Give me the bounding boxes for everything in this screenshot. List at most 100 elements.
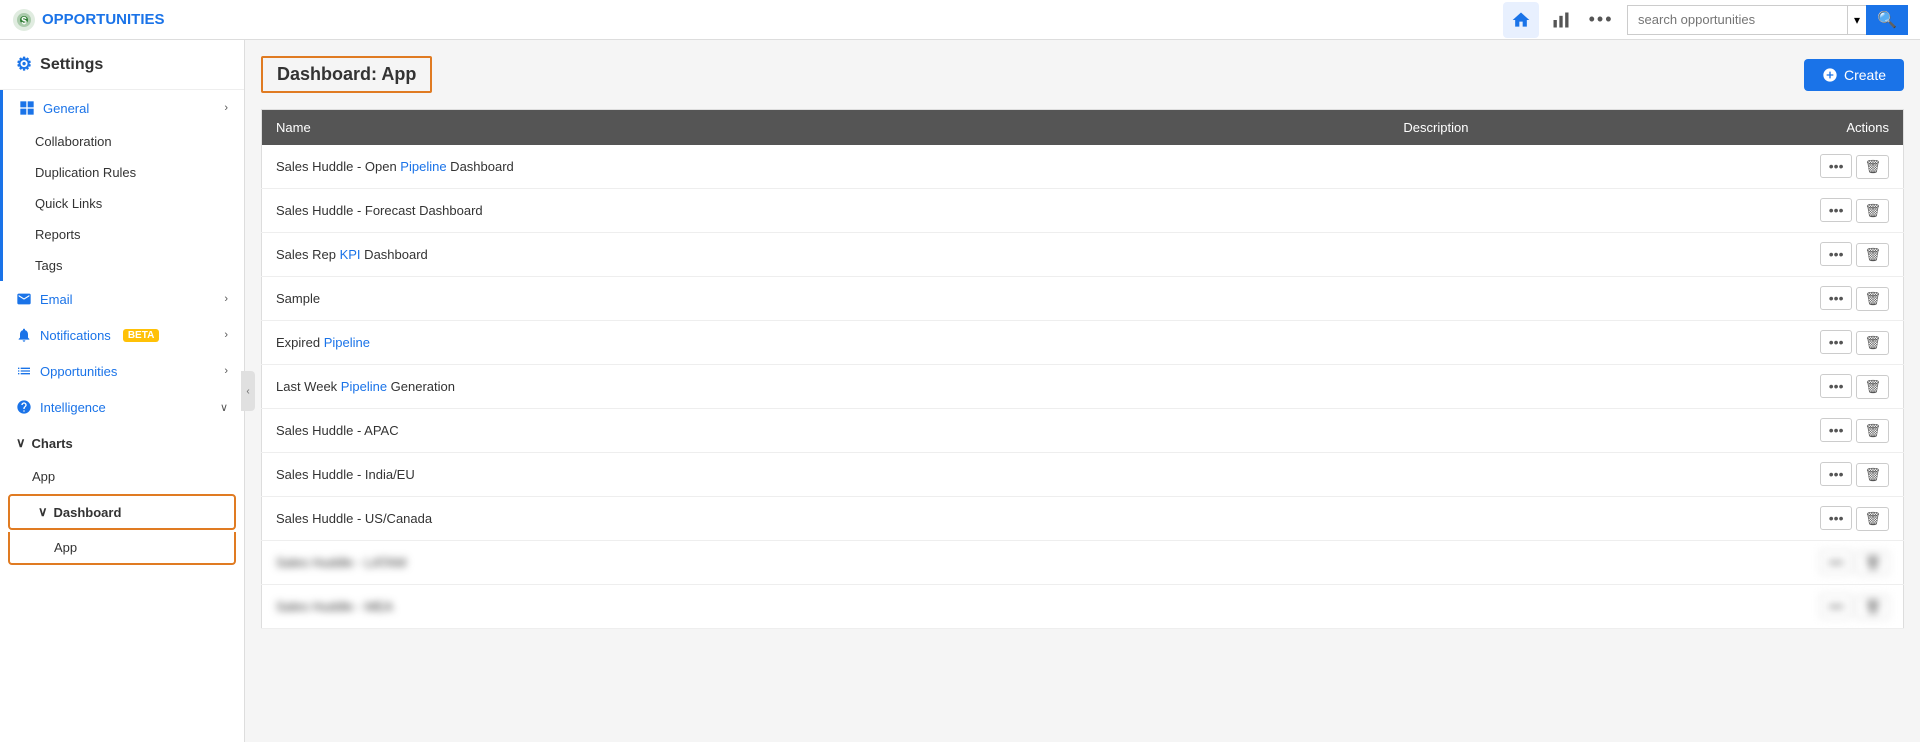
settings-gear-icon: ⚙ xyxy=(16,54,32,75)
table-row: Sales Huddle - India/EU •••🗑 xyxy=(262,453,1904,497)
table-row: Last Week Pipeline Generation •••🗑 xyxy=(262,365,1904,409)
opportunities-chevron-icon: › xyxy=(224,365,228,377)
row-actions: •••🗑 xyxy=(1784,497,1904,541)
col-actions: Actions xyxy=(1784,110,1904,146)
email-chevron-icon: › xyxy=(224,293,228,305)
action-trash-button[interactable]: 🗑 xyxy=(1856,595,1889,619)
create-button[interactable]: Create xyxy=(1804,59,1904,91)
app-logo: $ OPPORTUNITIES xyxy=(12,8,165,32)
action-trash-button[interactable]: 🗑 xyxy=(1856,375,1889,399)
action-dots-button[interactable]: ••• xyxy=(1820,198,1853,222)
general-icon xyxy=(19,100,35,116)
notifications-nav-item[interactable]: Notifications BETA › xyxy=(0,317,244,353)
general-nav-item[interactable]: General › xyxy=(3,90,244,126)
charts-group-header[interactable]: ∨ Charts xyxy=(0,425,244,461)
logo-icon: $ xyxy=(12,8,36,32)
row-name: Last Week Pipeline Generation xyxy=(262,365,1390,409)
action-dots-button[interactable]: ••• xyxy=(1820,242,1853,266)
action-trash-button[interactable]: 🗑 xyxy=(1856,287,1889,311)
beta-badge: BETA xyxy=(123,329,159,342)
table-row: Sales Huddle - MEA•••🗑 xyxy=(262,585,1904,629)
table-row: Sales Huddle - Forecast Dashboard •••🗑 xyxy=(262,189,1904,233)
notifications-label: Notifications xyxy=(40,328,111,343)
action-dots-button[interactable]: ••• xyxy=(1820,286,1853,310)
charts-label: Charts xyxy=(32,436,73,451)
general-label: General xyxy=(43,101,89,116)
table-row: Sales Huddle - US/Canada •••🗑 xyxy=(262,497,1904,541)
row-description xyxy=(1389,145,1783,189)
dashboard-group-header[interactable]: ∨ Dashboard xyxy=(8,494,236,530)
action-trash-button[interactable]: 🗑 xyxy=(1856,155,1889,179)
notifications-icon xyxy=(16,327,32,343)
sidebar-section-general: General › Collaboration Duplication Rule… xyxy=(0,90,244,281)
dashboard-app-item[interactable]: App xyxy=(8,532,236,565)
sidebar-sub-duplication-rules[interactable]: Duplication Rules xyxy=(3,157,244,188)
search-input[interactable] xyxy=(1627,5,1847,35)
action-dots-button[interactable]: ••• xyxy=(1820,506,1853,530)
table-row: Sales Rep KPI Dashboard•••🗑 xyxy=(262,233,1904,277)
email-icon xyxy=(16,291,32,307)
action-trash-button[interactable]: 🗑 xyxy=(1856,243,1889,267)
table-row: Sales Huddle - Open Pipeline Dashboard••… xyxy=(262,145,1904,189)
col-name: Name xyxy=(262,110,1390,146)
opportunities-nav-item[interactable]: Opportunities › xyxy=(0,353,244,389)
action-trash-button[interactable]: 🗑 xyxy=(1856,551,1889,575)
action-dots-button[interactable]: ••• xyxy=(1820,418,1853,442)
intelligence-icon xyxy=(16,399,32,415)
search-dropdown-btn[interactable]: ▾ xyxy=(1847,5,1866,35)
row-description xyxy=(1389,277,1783,321)
nav-icons: ••• xyxy=(1503,2,1619,38)
dashboard-collapse-icon: ∨ xyxy=(38,504,48,520)
row-actions: •••🗑 xyxy=(1784,145,1904,189)
action-dots-button[interactable]: ••• xyxy=(1820,594,1853,618)
charts-collapse-icon: ∨ xyxy=(16,435,26,451)
charts-app-item[interactable]: App xyxy=(0,461,244,492)
sidebar-sub-quick-links[interactable]: Quick Links xyxy=(3,188,244,219)
more-icon-btn[interactable]: ••• xyxy=(1583,2,1619,38)
dashboard-label: Dashboard xyxy=(54,505,122,520)
row-description xyxy=(1389,409,1783,453)
action-dots-button[interactable]: ••• xyxy=(1820,330,1853,354)
action-dots-button[interactable]: ••• xyxy=(1820,154,1853,178)
action-dots-button[interactable]: ••• xyxy=(1820,374,1853,398)
home-icon-btn[interactable] xyxy=(1503,2,1539,38)
row-description xyxy=(1389,189,1783,233)
action-dots-button[interactable]: ••• xyxy=(1820,550,1853,574)
row-name: Sales Huddle - Forecast Dashboard xyxy=(262,189,1390,233)
create-icon xyxy=(1822,67,1838,83)
row-description xyxy=(1389,585,1783,629)
action-trash-button[interactable]: 🗑 xyxy=(1856,199,1889,223)
col-description: Description xyxy=(1389,110,1783,146)
row-name: Sales Huddle - US/Canada xyxy=(262,497,1390,541)
action-trash-button[interactable]: 🗑 xyxy=(1856,331,1889,355)
row-name: Sample xyxy=(262,277,1390,321)
intelligence-nav-item[interactable]: Intelligence ∨ xyxy=(0,389,244,425)
action-trash-button[interactable]: 🗑 xyxy=(1856,463,1889,487)
row-description xyxy=(1389,497,1783,541)
row-name: Sales Huddle - India/EU xyxy=(262,453,1390,497)
opportunities-icon xyxy=(16,363,32,379)
intelligence-chevron-icon: ∨ xyxy=(220,401,228,414)
email-nav-item[interactable]: Email › xyxy=(0,281,244,317)
chart-icon-btn[interactable] xyxy=(1543,2,1579,38)
sidebar-collapse-handle[interactable]: ‹ xyxy=(241,371,255,411)
sidebar-sub-reports[interactable]: Reports xyxy=(3,219,244,250)
row-description xyxy=(1389,365,1783,409)
row-actions: •••🗑 xyxy=(1784,365,1904,409)
row-description xyxy=(1389,453,1783,497)
intelligence-label: Intelligence xyxy=(40,400,106,415)
email-label: Email xyxy=(40,292,73,307)
action-trash-button[interactable]: 🗑 xyxy=(1856,419,1889,443)
table-row: Sales Huddle - APAC•••🗑 xyxy=(262,409,1904,453)
sidebar-sub-collaboration[interactable]: Collaboration xyxy=(3,126,244,157)
row-description xyxy=(1389,541,1783,585)
row-name: Expired Pipeline xyxy=(262,321,1390,365)
sidebar-sub-tags[interactable]: Tags xyxy=(3,250,244,281)
top-nav: $ OPPORTUNITIES ••• ▾ 🔍 xyxy=(0,0,1920,40)
search-submit-btn[interactable]: 🔍 xyxy=(1866,5,1908,35)
row-actions: •••🗑 xyxy=(1784,277,1904,321)
action-dots-button[interactable]: ••• xyxy=(1820,462,1853,486)
create-btn-label: Create xyxy=(1844,67,1886,83)
settings-header: ⚙ Settings xyxy=(0,40,244,90)
action-trash-button[interactable]: 🗑 xyxy=(1856,507,1889,531)
